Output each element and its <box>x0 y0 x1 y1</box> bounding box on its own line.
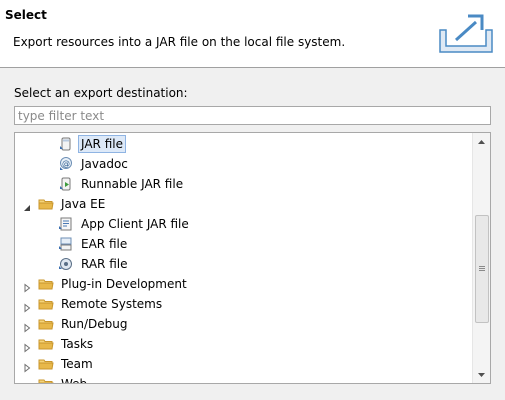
tree-item-label: RAR file <box>81 257 128 271</box>
folder-icon <box>38 276 54 292</box>
app-client-jar-icon <box>58 216 74 232</box>
expand-arrow-icon[interactable] <box>22 359 32 373</box>
tree-item-label: App Client JAR file <box>81 217 189 231</box>
chevron-down-icon <box>478 372 485 377</box>
jar-icon <box>58 136 74 152</box>
filter-input[interactable] <box>14 106 491 125</box>
rar-icon <box>58 256 74 272</box>
tree-item-label: Tasks <box>61 337 94 351</box>
javadoc-icon: @ <box>58 156 74 172</box>
tree-item-label: Runnable JAR file <box>81 177 184 191</box>
scroll-down-button[interactable] <box>473 366 490 383</box>
tree-item[interactable]: Remote Systems <box>24 294 165 314</box>
tree-item-label: Remote Systems <box>61 297 163 311</box>
vertical-scrollbar[interactable] <box>472 133 490 383</box>
expand-arrow-icon[interactable] <box>22 319 32 333</box>
tree-item[interactable]: Team <box>24 354 96 374</box>
grip-line <box>479 268 485 269</box>
runnable-jar-icon <box>58 176 74 192</box>
tree-item[interactable]: App Client JAR file <box>58 214 192 234</box>
folder-icon <box>38 296 54 312</box>
tree-item-label: Web <box>61 377 88 384</box>
collapse-arrow-icon[interactable] <box>22 199 32 211</box>
tree-item[interactable]: EAR file <box>58 234 130 254</box>
tree-item-label: Javadoc <box>81 157 128 171</box>
destination-tree[interactable]: JAR file @ Javadoc Runnable JAR file Java EE… <box>14 132 491 384</box>
chevron-up-icon <box>478 139 485 144</box>
expand-arrow-icon[interactable] <box>22 299 32 313</box>
folder-icon <box>38 336 54 352</box>
tree-item[interactable]: Web <box>38 374 90 384</box>
scroll-up-button[interactable] <box>473 133 490 150</box>
tree-item-label: JAR file <box>78 135 126 153</box>
tree-item[interactable]: RAR file <box>58 254 131 274</box>
scroll-thumb[interactable] <box>475 215 489 323</box>
tree-item-label: Java EE <box>61 197 106 211</box>
grip-line <box>479 266 485 267</box>
grip-line <box>479 270 485 271</box>
svg-text:@: @ <box>62 159 70 168</box>
tree-item-label: Team <box>61 357 93 371</box>
expand-arrow-icon[interactable] <box>22 339 32 353</box>
tree-item-label: Run/Debug <box>61 317 128 331</box>
tree-item[interactable]: JAR file <box>58 134 126 154</box>
export-icon <box>439 14 493 53</box>
tree-item-label: Plug-in Development <box>61 277 187 291</box>
tree-item[interactable]: Run/Debug <box>24 314 131 334</box>
tree-item[interactable]: Plug-in Development <box>24 274 190 294</box>
tree-item[interactable]: Runnable JAR file <box>58 174 186 194</box>
page-title: Select <box>5 8 47 22</box>
expand-arrow-icon[interactable] <box>22 379 32 383</box>
tree-item-label: EAR file <box>81 237 128 251</box>
destination-label: Select an export destination: <box>14 86 188 100</box>
tree-item[interactable]: @ Javadoc <box>58 154 131 174</box>
tree-item[interactable]: Java EE <box>24 194 108 214</box>
folder-icon <box>38 316 54 332</box>
expand-arrow-icon[interactable] <box>22 279 32 293</box>
folder-icon <box>38 356 54 372</box>
page-description: Export resources into a JAR file on the … <box>13 35 346 49</box>
folder-icon <box>38 376 54 383</box>
wizard-header: Select Export resources into a JAR file … <box>0 0 505 68</box>
tree-item[interactable]: Tasks <box>24 334 96 354</box>
ear-icon <box>58 236 74 252</box>
folder-icon <box>38 196 54 212</box>
